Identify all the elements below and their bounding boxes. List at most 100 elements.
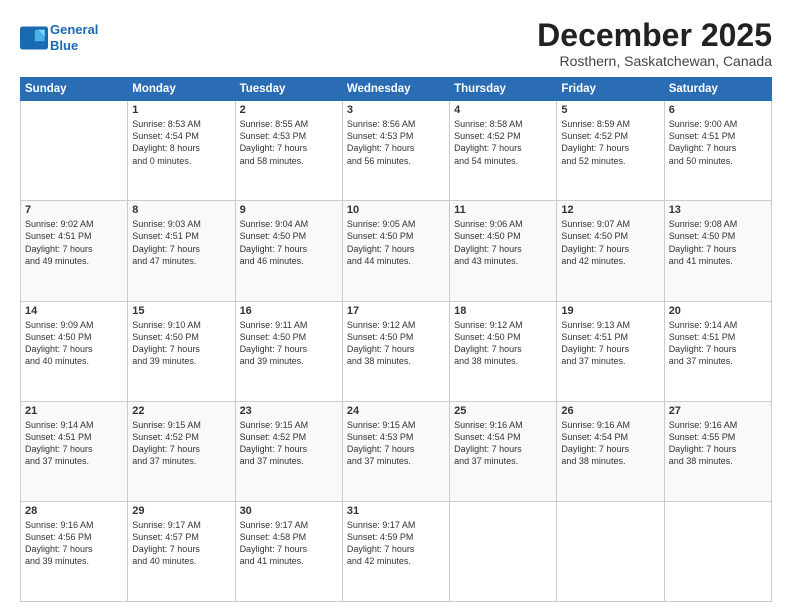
- calendar-cell-w1-d5: 4 Sunrise: 8:58 AMSunset: 4:52 PMDaylight…: [450, 101, 557, 201]
- calendar-cell-w3-d3: 16 Sunrise: 9:11 AMSunset: 4:50 PMDayligh…: [235, 301, 342, 401]
- day-number: 2: [240, 104, 338, 116]
- calendar-cell-w4-d5: 25 Sunrise: 9:16 AMSunset: 4:54 PMDayligh…: [450, 401, 557, 501]
- calendar-cell-w1-d4: 3Sunrise: 8:56 AMSunset: 4:53 PMDaylight…: [342, 101, 449, 201]
- day-number: 28: [25, 505, 123, 517]
- day-number: 6: [669, 104, 767, 116]
- day-info: Sunrise: 9:00 AMSunset: 4:51 PMDaylight:…: [669, 118, 767, 167]
- day-number: 17: [347, 305, 445, 317]
- header-monday: Monday: [128, 78, 235, 101]
- day-number: 13: [669, 204, 767, 216]
- day-info: Sunrise: 8:58 AMSunset: 4:52 PMDaylight:…: [454, 118, 552, 167]
- logo-blue: Blue: [50, 38, 98, 54]
- header-friday: Friday: [557, 78, 664, 101]
- calendar-week-3: 14 Sunrise: 9:09 AMSunset: 4:50 PMDayligh…: [21, 301, 772, 401]
- day-info: Sunrise: 9:15 AMSunset: 4:52 PMDaylight:…: [240, 419, 338, 468]
- day-info: Sunrise: 9:16 AMSunset: 4:56 PMDaylight:…: [25, 519, 123, 568]
- calendar-cell-w3-d5: 18Sunrise: 9:12 AMSunset: 4:50 PMDayligh…: [450, 301, 557, 401]
- day-number: 14: [25, 305, 123, 317]
- calendar-cell-w1-d1: [21, 101, 128, 201]
- day-number: 16: [240, 305, 338, 317]
- calendar-cell-w2-d6: 12 Sunrise: 9:07 AMSunset: 4:50 PMDayligh…: [557, 201, 664, 301]
- calendar-week-4: 21 Sunrise: 9:14 AMSunset: 4:51 PMDayligh…: [21, 401, 772, 501]
- day-info: Sunrise: 9:17 AMSunset: 4:57 PMDaylight:…: [132, 519, 230, 568]
- day-info: Sunrise: 9:14 AMSunset: 4:51 PMDaylight:…: [669, 319, 767, 368]
- day-info: Sunrise: 9:16 AMSunset: 4:54 PMDaylight:…: [561, 419, 659, 468]
- calendar-week-5: 28 Sunrise: 9:16 AMSunset: 4:56 PMDayligh…: [21, 501, 772, 601]
- calendar-cell-w4-d3: 23Sunrise: 9:15 AMSunset: 4:52 PMDayligh…: [235, 401, 342, 501]
- calendar-week-2: 7Sunrise: 9:02 AMSunset: 4:51 PMDaylight…: [21, 201, 772, 301]
- day-number: 25: [454, 405, 552, 417]
- calendar-cell-w2-d4: 10 Sunrise: 9:05 AMSunset: 4:50 PMDayligh…: [342, 201, 449, 301]
- day-number: 29: [132, 505, 230, 517]
- calendar-cell-w3-d6: 19 Sunrise: 9:13 AMSunset: 4:51 PMDayligh…: [557, 301, 664, 401]
- calendar-header-row: Sunday Monday Tuesday Wednesday Thursday…: [21, 78, 772, 101]
- calendar-cell-w4-d6: 26Sunrise: 9:16 AMSunset: 4:54 PMDayligh…: [557, 401, 664, 501]
- calendar-cell-w5-d7: [664, 501, 771, 601]
- calendar-cell-w4-d7: 27 Sunrise: 9:16 AMSunset: 4:55 PMDayligh…: [664, 401, 771, 501]
- calendar-cell-w5-d2: 29 Sunrise: 9:17 AMSunset: 4:57 PMDayligh…: [128, 501, 235, 601]
- day-number: 30: [240, 505, 338, 517]
- day-info: Sunrise: 9:16 AMSunset: 4:55 PMDaylight:…: [669, 419, 767, 468]
- header-tuesday: Tuesday: [235, 78, 342, 101]
- day-info: Sunrise: 9:05 AMSunset: 4:50 PMDaylight:…: [347, 218, 445, 267]
- day-number: 3: [347, 104, 445, 116]
- month-title: December 2025: [537, 18, 772, 53]
- day-info: Sunrise: 9:15 AMSunset: 4:53 PMDaylight:…: [347, 419, 445, 468]
- day-number: 31: [347, 505, 445, 517]
- calendar-cell-w2-d2: 8 Sunrise: 9:03 AMSunset: 4:51 PMDaylight…: [128, 201, 235, 301]
- calendar-cell-w2-d3: 9 Sunrise: 9:04 AMSunset: 4:50 PMDaylight…: [235, 201, 342, 301]
- calendar-cell-w2-d5: 11Sunrise: 9:06 AMSunset: 4:50 PMDayligh…: [450, 201, 557, 301]
- calendar-cell-w2-d1: 7Sunrise: 9:02 AMSunset: 4:51 PMDaylight…: [21, 201, 128, 301]
- calendar-cell-w3-d7: 20 Sunrise: 9:14 AMSunset: 4:51 PMDayligh…: [664, 301, 771, 401]
- day-number: 10: [347, 204, 445, 216]
- day-number: 4: [454, 104, 552, 116]
- day-number: 27: [669, 405, 767, 417]
- calendar-cell-w4-d2: 22 Sunrise: 9:15 AMSunset: 4:52 PMDayligh…: [128, 401, 235, 501]
- day-info: Sunrise: 9:03 AMSunset: 4:51 PMDaylight:…: [132, 218, 230, 267]
- day-number: 21: [25, 405, 123, 417]
- day-info: Sunrise: 9:02 AMSunset: 4:51 PMDaylight:…: [25, 218, 123, 267]
- day-info: Sunrise: 9:09 AMSunset: 4:50 PMDaylight:…: [25, 319, 123, 368]
- title-block: December 2025 Rosthern, Saskatchewan, Ca…: [537, 18, 772, 69]
- calendar-week-1: 1Sunrise: 8:53 AMSunset: 4:54 PMDaylight…: [21, 101, 772, 201]
- day-info: Sunrise: 9:14 AMSunset: 4:51 PMDaylight:…: [25, 419, 123, 468]
- day-info: Sunrise: 9:13 AMSunset: 4:51 PMDaylight:…: [561, 319, 659, 368]
- day-number: 9: [240, 204, 338, 216]
- day-number: 24: [347, 405, 445, 417]
- day-number: 22: [132, 405, 230, 417]
- calendar-cell-w5-d4: 31 Sunrise: 9:17 AMSunset: 4:59 PMDayligh…: [342, 501, 449, 601]
- header-wednesday: Wednesday: [342, 78, 449, 101]
- calendar-cell-w5-d5: [450, 501, 557, 601]
- calendar-cell-w3-d2: 15 Sunrise: 9:10 AMSunset: 4:50 PMDayligh…: [128, 301, 235, 401]
- calendar-cell-w5-d6: [557, 501, 664, 601]
- calendar-cell-w2-d7: 13 Sunrise: 9:08 AMSunset: 4:50 PMDayligh…: [664, 201, 771, 301]
- day-info: Sunrise: 8:55 AMSunset: 4:53 PMDaylight:…: [240, 118, 338, 167]
- day-info: Sunrise: 9:17 AMSunset: 4:59 PMDaylight:…: [347, 519, 445, 568]
- calendar-cell-w1-d6: 5Sunrise: 8:59 AMSunset: 4:52 PMDaylight…: [557, 101, 664, 201]
- day-number: 12: [561, 204, 659, 216]
- day-info: Sunrise: 9:08 AMSunset: 4:50 PMDaylight:…: [669, 218, 767, 267]
- day-info: Sunrise: 8:59 AMSunset: 4:52 PMDaylight:…: [561, 118, 659, 167]
- day-info: Sunrise: 9:12 AMSunset: 4:50 PMDaylight:…: [347, 319, 445, 368]
- day-info: Sunrise: 9:10 AMSunset: 4:50 PMDaylight:…: [132, 319, 230, 368]
- calendar-cell-w5-d3: 30Sunrise: 9:17 AMSunset: 4:58 PMDayligh…: [235, 501, 342, 601]
- calendar-table: Sunday Monday Tuesday Wednesday Thursday…: [20, 77, 772, 602]
- calendar-cell-w3-d4: 17 Sunrise: 9:12 AMSunset: 4:50 PMDayligh…: [342, 301, 449, 401]
- header: General Blue December 2025 Rosthern, Sas…: [20, 18, 772, 69]
- day-number: 11: [454, 204, 552, 216]
- day-info: Sunrise: 9:04 AMSunset: 4:50 PMDaylight:…: [240, 218, 338, 267]
- day-info: Sunrise: 9:16 AMSunset: 4:54 PMDaylight:…: [454, 419, 552, 468]
- logo: General Blue: [20, 22, 98, 53]
- page: General Blue December 2025 Rosthern, Sas…: [0, 0, 792, 612]
- calendar-cell-w1-d7: 6 Sunrise: 9:00 AMSunset: 4:51 PMDaylight…: [664, 101, 771, 201]
- day-number: 20: [669, 305, 767, 317]
- day-number: 15: [132, 305, 230, 317]
- day-number: 8: [132, 204, 230, 216]
- day-number: 19: [561, 305, 659, 317]
- calendar-cell-w1-d2: 1Sunrise: 8:53 AMSunset: 4:54 PMDaylight…: [128, 101, 235, 201]
- day-info: Sunrise: 9:11 AMSunset: 4:50 PMDaylight:…: [240, 319, 338, 368]
- logo-icon: [20, 26, 48, 50]
- day-info: Sunrise: 9:07 AMSunset: 4:50 PMDaylight:…: [561, 218, 659, 267]
- day-info: Sunrise: 9:15 AMSunset: 4:52 PMDaylight:…: [132, 419, 230, 468]
- header-thursday: Thursday: [450, 78, 557, 101]
